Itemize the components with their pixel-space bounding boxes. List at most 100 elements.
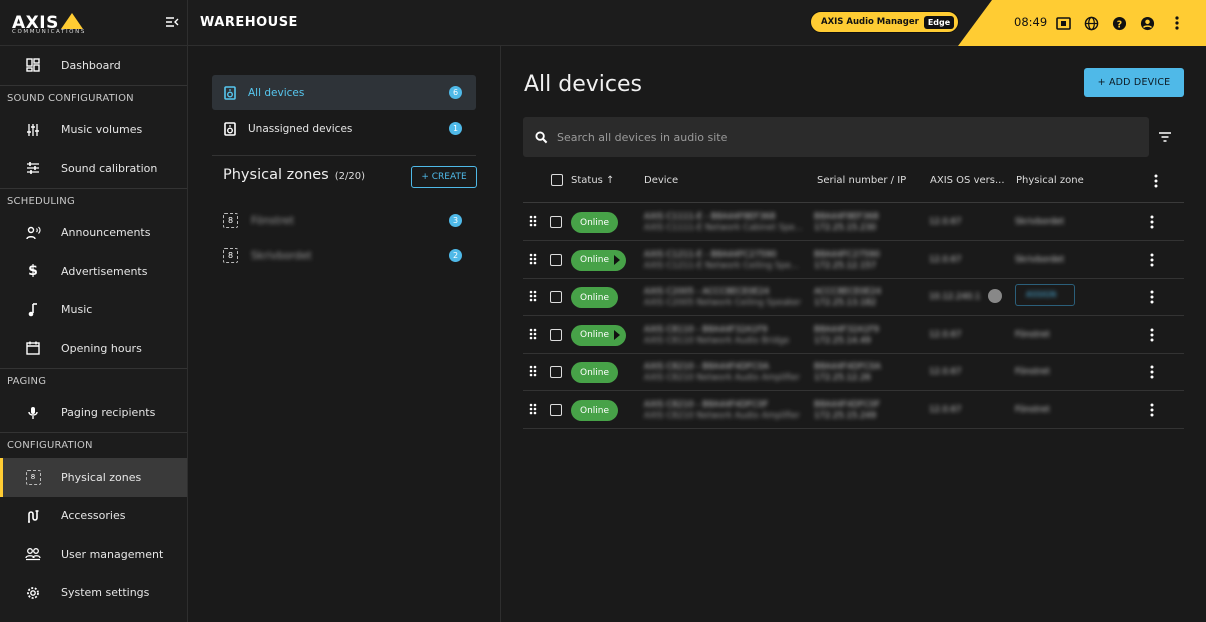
zone-device-count: 2 bbox=[449, 249, 462, 262]
table-row[interactable]: Online AXIS C8210 - B8A44F4DFC0A AXIS C821… bbox=[523, 354, 1184, 392]
collapse-menu-icon[interactable] bbox=[164, 14, 180, 30]
os-version: 12.0.67 bbox=[929, 405, 962, 415]
drag-handle-icon[interactable] bbox=[529, 290, 537, 302]
table-row[interactable]: Online AXIS C1111-E - B8A44F8EF368 AXIS C1… bbox=[523, 204, 1184, 241]
user-account-icon[interactable] bbox=[1138, 14, 1156, 32]
sidebar-item-label: User management bbox=[61, 547, 164, 561]
clock-time: 08:49 bbox=[1014, 15, 1048, 29]
sidebar-item-music[interactable]: Music bbox=[0, 291, 187, 330]
serial-number: B8A44F4DFC0F bbox=[814, 400, 880, 410]
row-options-icon[interactable] bbox=[1150, 215, 1154, 229]
users-icon bbox=[25, 546, 41, 562]
sidebar-item-opening-hours[interactable]: Opening hours bbox=[0, 329, 187, 368]
settings-icon bbox=[25, 585, 41, 601]
physical-zone-value: Fönstret bbox=[1015, 367, 1050, 378]
os-version: 12.0.67 bbox=[929, 329, 962, 340]
row-checkbox[interactable] bbox=[550, 216, 562, 228]
select-all-checkbox[interactable] bbox=[551, 174, 563, 186]
accessories-icon bbox=[25, 508, 41, 524]
sidebar-item-user-management[interactable]: User management bbox=[0, 535, 187, 574]
divider bbox=[212, 155, 476, 156]
sidebar-item-accessories[interactable]: Accessories bbox=[0, 497, 187, 536]
column-options-icon[interactable] bbox=[1154, 174, 1158, 188]
nav-section-heading: PAGING bbox=[0, 367, 187, 394]
device-cell: AXIS C8210 - B8A44F4DFC0A AXIS C8210 Netw… bbox=[644, 362, 800, 384]
unassigned-devices-label: Unassigned devices bbox=[248, 122, 353, 135]
row-checkbox[interactable] bbox=[550, 253, 562, 266]
status-badge: Online bbox=[571, 287, 619, 309]
nav-section-heading: CONFIGURATION bbox=[0, 432, 187, 458]
site-title[interactable]: WAREHOUSE bbox=[200, 15, 298, 30]
physical-zones-title: Physical zones bbox=[223, 167, 329, 183]
create-zone-button[interactable]: + CREATE bbox=[411, 166, 477, 188]
zone-list-item[interactable]: 8 Fönstret 3 bbox=[212, 203, 476, 238]
table-row[interactable]: Online AXIS C1211-E - B8A44FC27590 AXIS C1… bbox=[523, 242, 1184, 279]
row-options-icon[interactable] bbox=[1150, 290, 1154, 304]
table-row[interactable]: Online AXIS C8210 - B8A44F4DFC0F AXIS C821… bbox=[523, 392, 1184, 429]
ip-address: 172.25.14.49 bbox=[814, 335, 871, 346]
sidebar-item-system-settings[interactable]: System settings bbox=[0, 574, 187, 613]
assign-zone-button[interactable]: ASSIGN bbox=[1015, 284, 1075, 307]
upgrade-icon[interactable] bbox=[988, 289, 1002, 304]
device-name: AXIS C1111-E - B8A44F8EF368 bbox=[644, 212, 776, 222]
zone-list-item[interactable]: 8 Skrivbordet 2 bbox=[212, 238, 476, 273]
row-checkbox[interactable] bbox=[550, 366, 562, 379]
sidebar-item-paging-recipients[interactable]: Paging recipients bbox=[0, 394, 187, 433]
top-bar: WAREHOUSE AXIS Audio Manager Edge 08:49 … bbox=[188, 0, 1206, 46]
ip-address: 172.25.12.157 bbox=[814, 260, 877, 271]
physical-zones-heading: Physical zones (2/20) bbox=[223, 167, 365, 183]
physical-zone-value: Skrivbordet bbox=[1015, 254, 1065, 265]
column-status[interactable]: Status ↑ bbox=[571, 175, 614, 186]
sidebar-item-label: Announcements bbox=[61, 226, 151, 240]
table-row[interactable]: Online AXIS C8110 - B8A44F32A1F9 AXIS C811… bbox=[523, 317, 1184, 354]
dollar-icon: $ bbox=[28, 263, 38, 280]
row-checkbox[interactable] bbox=[550, 291, 562, 304]
row-options-icon[interactable] bbox=[1150, 365, 1154, 379]
sidebar-item-sound-calibration[interactable]: Sound calibration bbox=[0, 149, 187, 188]
edge-badge: Edge bbox=[923, 15, 955, 29]
help-icon[interactable]: ? bbox=[1110, 14, 1128, 32]
column-physical-zone[interactable]: Physical zone bbox=[1016, 175, 1084, 186]
ip-address: 172.25.13.182 bbox=[814, 298, 877, 309]
sidebar-item-dashboard[interactable]: Dashboard bbox=[0, 46, 187, 85]
row-checkbox[interactable] bbox=[550, 404, 562, 416]
monitor-icon[interactable] bbox=[1054, 14, 1072, 32]
sidebar-item-announcements[interactable]: Announcements bbox=[0, 214, 187, 253]
audio-manager-badge[interactable]: AXIS Audio Manager Edge bbox=[810, 11, 960, 33]
page-title: All devices bbox=[524, 72, 642, 97]
sidebar-item-music-volumes[interactable]: Music volumes bbox=[0, 111, 187, 150]
globe-icon[interactable] bbox=[1082, 14, 1100, 32]
drag-handle-icon[interactable] bbox=[529, 215, 537, 227]
device-cell: AXIS C1111-E - B8A44F8EF368 AXIS C1111-E … bbox=[644, 212, 803, 234]
os-version: 10.12.240.1 bbox=[929, 292, 981, 303]
filter-icon[interactable] bbox=[1158, 130, 1172, 144]
drag-handle-icon[interactable] bbox=[529, 328, 537, 340]
sidebar-nav: Dashboard SOUND CONFIGURATION Music volume… bbox=[0, 46, 187, 612]
add-device-button[interactable]: + ADD DEVICE bbox=[1084, 68, 1184, 97]
drag-handle-icon[interactable] bbox=[529, 253, 537, 265]
row-options-icon[interactable] bbox=[1150, 253, 1154, 267]
sidebar-item-label: Advertisements bbox=[61, 264, 148, 278]
os-version: 12.0.67 bbox=[929, 254, 962, 265]
row-options-icon[interactable] bbox=[1150, 403, 1154, 417]
sidebar-item-physical-zones[interactable]: 8 Physical zones bbox=[0, 458, 187, 497]
column-serial[interactable]: Serial number / IP bbox=[817, 175, 906, 186]
search-input[interactable]: Search all devices in audio site bbox=[523, 117, 1149, 157]
unassigned-devices-item[interactable]: Unassigned devices 1 bbox=[212, 111, 476, 146]
sidebar-item-label: Sound calibration bbox=[61, 161, 158, 175]
row-checkbox[interactable] bbox=[550, 328, 562, 341]
column-os-version[interactable]: AXIS OS vers... bbox=[930, 175, 1005, 186]
status-badge: Online bbox=[571, 324, 627, 346]
drag-handle-icon[interactable] bbox=[529, 365, 537, 377]
more-options-icon[interactable] bbox=[1168, 14, 1186, 32]
all-devices-item[interactable]: All devices 6 bbox=[212, 75, 476, 110]
calendar-icon bbox=[25, 340, 41, 356]
row-options-icon[interactable] bbox=[1150, 328, 1154, 342]
column-device[interactable]: Device bbox=[644, 175, 678, 186]
sidebar-item-label: Music volumes bbox=[61, 123, 143, 137]
table-row[interactable]: Online AXIS C2005 - ACCC8ECE0E24 AXIS C200… bbox=[523, 279, 1184, 317]
svg-text:?: ? bbox=[1116, 19, 1121, 30]
all-devices-count: 6 bbox=[449, 86, 462, 99]
sidebar-item-advertisements[interactable]: $ Advertisements bbox=[0, 252, 187, 291]
drag-handle-icon[interactable] bbox=[529, 403, 537, 415]
